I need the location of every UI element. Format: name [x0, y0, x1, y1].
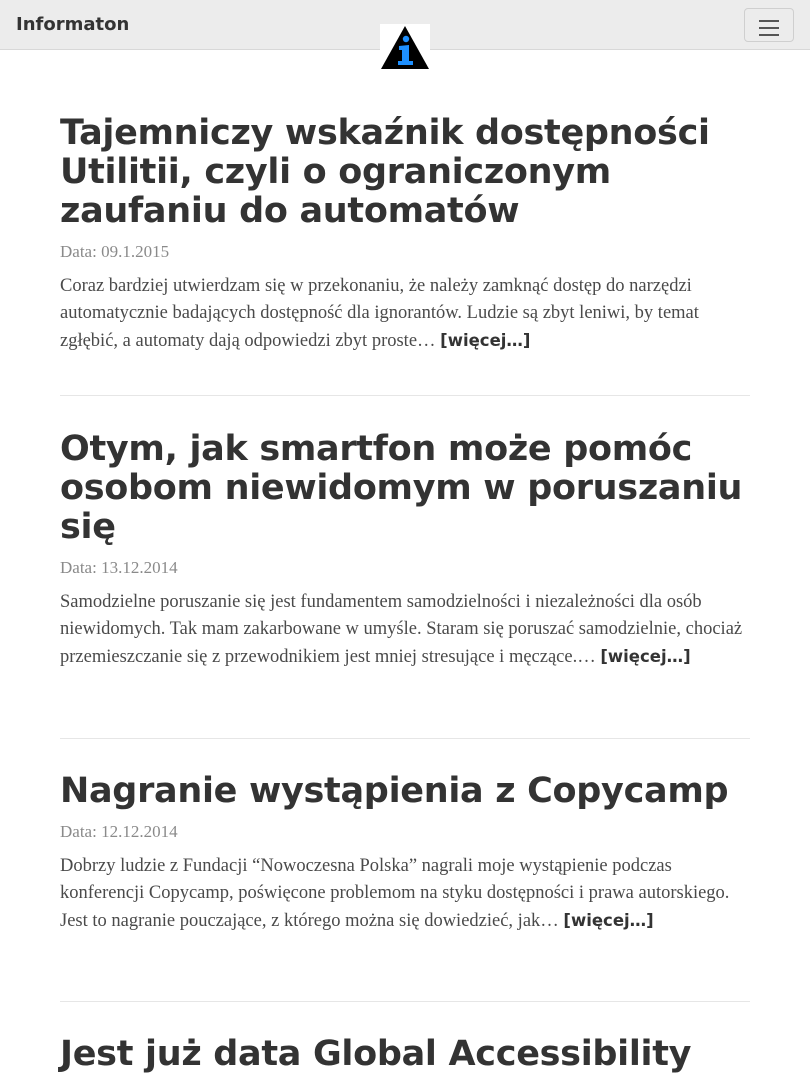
post-excerpt-text: Coraz bardziej utwierdzam się w przekona… — [60, 276, 699, 351]
post-title-link[interactable]: Otym, jak smartfon może pomóc osobom nie… — [60, 429, 742, 547]
post-date: Data: 09.1.2015 — [60, 242, 170, 261]
read-more-link[interactable]: [więcej…] — [440, 331, 530, 350]
post-date: Data: 12.12.2014 — [60, 822, 178, 841]
post-divider — [60, 1001, 750, 1002]
post-item: Nagranie wystąpienia z Copycamp Data: 12… — [60, 772, 750, 935]
post-title-link[interactable]: Jest już data Global Accessibility — [60, 1034, 691, 1074]
post-item: Tajemniczy wskaźnik dostępności Utilitii… — [60, 114, 750, 355]
post-date: Data: 13.12.2014 — [60, 558, 178, 577]
post-title: Tajemniczy wskaźnik dostępności Utilitii… — [60, 114, 750, 231]
post-divider — [60, 395, 750, 396]
site-logo[interactable] — [380, 24, 430, 70]
post-title-link[interactable]: Tajemniczy wskaźnik dostępności Utilitii… — [60, 113, 710, 231]
hamburger-menu-icon — [759, 20, 779, 36]
post-item: Jest już data Global Accessibility — [60, 1035, 750, 1074]
menu-toggle-button[interactable] — [744, 8, 794, 42]
post-excerpt: Samodzielne poruszanie się jest fundamen… — [60, 589, 750, 671]
post-excerpt: Dobrzy ludzie z Fundacji “Nowoczesna Pol… — [60, 853, 750, 935]
post-title: Otym, jak smartfon może pomóc osobom nie… — [60, 430, 750, 547]
post-excerpt: Coraz bardziej utwierdzam się w przekona… — [60, 273, 750, 355]
post-title-link[interactable]: Nagranie wystąpienia z Copycamp — [60, 771, 729, 811]
post-item: Otym, jak smartfon może pomóc osobom nie… — [60, 430, 750, 671]
post-title: Jest już data Global Accessibility — [60, 1035, 750, 1074]
read-more-link[interactable]: [więcej…] — [600, 647, 690, 666]
post-title: Nagranie wystąpienia z Copycamp — [60, 772, 750, 811]
site-brand[interactable]: Informaton — [16, 13, 129, 37]
read-more-link[interactable]: [więcej…] — [563, 911, 653, 930]
post-divider — [60, 738, 750, 739]
info-triangle-logo — [381, 26, 429, 69]
